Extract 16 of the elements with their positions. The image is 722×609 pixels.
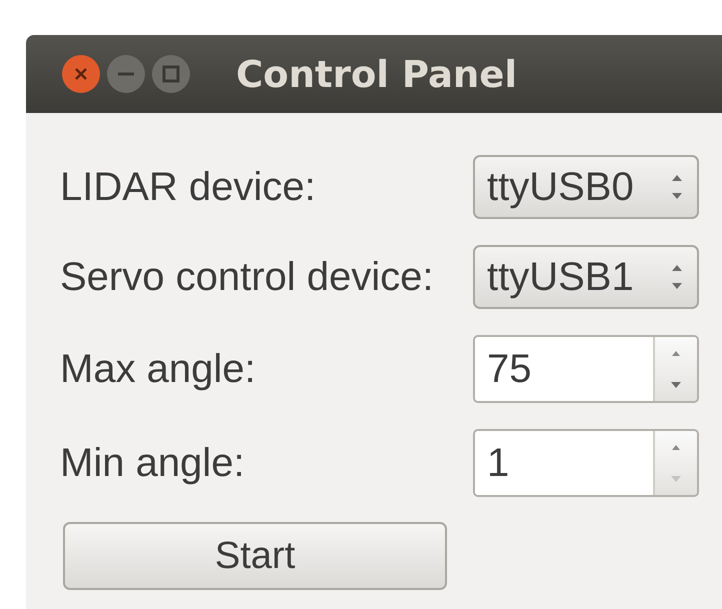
- field-label: LIDAR device:: [60, 164, 317, 210]
- minimize-icon[interactable]: [106, 54, 146, 94]
- device-dropdown[interactable]: ttyUSB1: [473, 245, 699, 309]
- field-label: Servo control device:: [60, 254, 435, 300]
- start-button[interactable]: Start: [63, 522, 447, 590]
- decrement-arrow-icon[interactable]: [670, 381, 682, 389]
- increment-arrow-icon[interactable]: [670, 349, 682, 357]
- field-label: Min angle:: [60, 440, 246, 486]
- increment-arrow-icon[interactable]: [670, 443, 682, 451]
- maximize-icon[interactable]: [151, 54, 191, 94]
- device-dropdown[interactable]: ttyUSB0: [473, 155, 699, 219]
- angle-spinbox[interactable]: 1: [473, 429, 699, 497]
- field-label: Max angle:: [60, 346, 257, 392]
- window-title: Control Panel: [236, 52, 518, 96]
- angle-spinbox[interactable]: 75: [473, 335, 699, 403]
- close-icon[interactable]: [61, 54, 101, 94]
